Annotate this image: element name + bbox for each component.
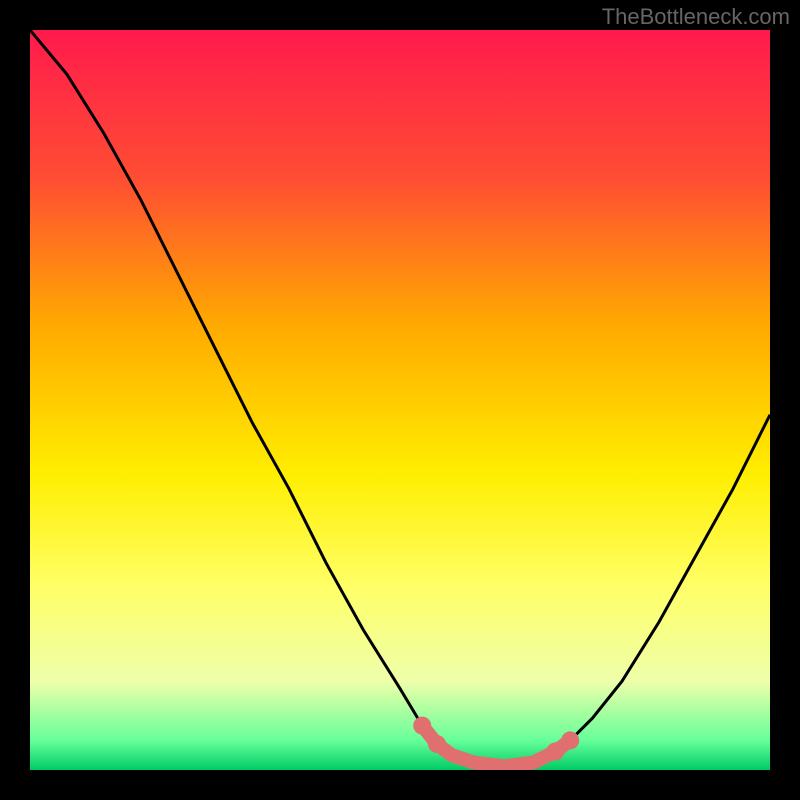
highlight-dot [561, 731, 579, 749]
highlight-dot [413, 717, 431, 735]
chart-svg [30, 30, 770, 770]
highlight-dot [428, 735, 446, 753]
bottleneck-chart [30, 30, 770, 770]
watermark-text: TheBottleneck.com [602, 4, 790, 30]
gradient-background [30, 30, 770, 770]
highlight-dot [546, 743, 564, 761]
